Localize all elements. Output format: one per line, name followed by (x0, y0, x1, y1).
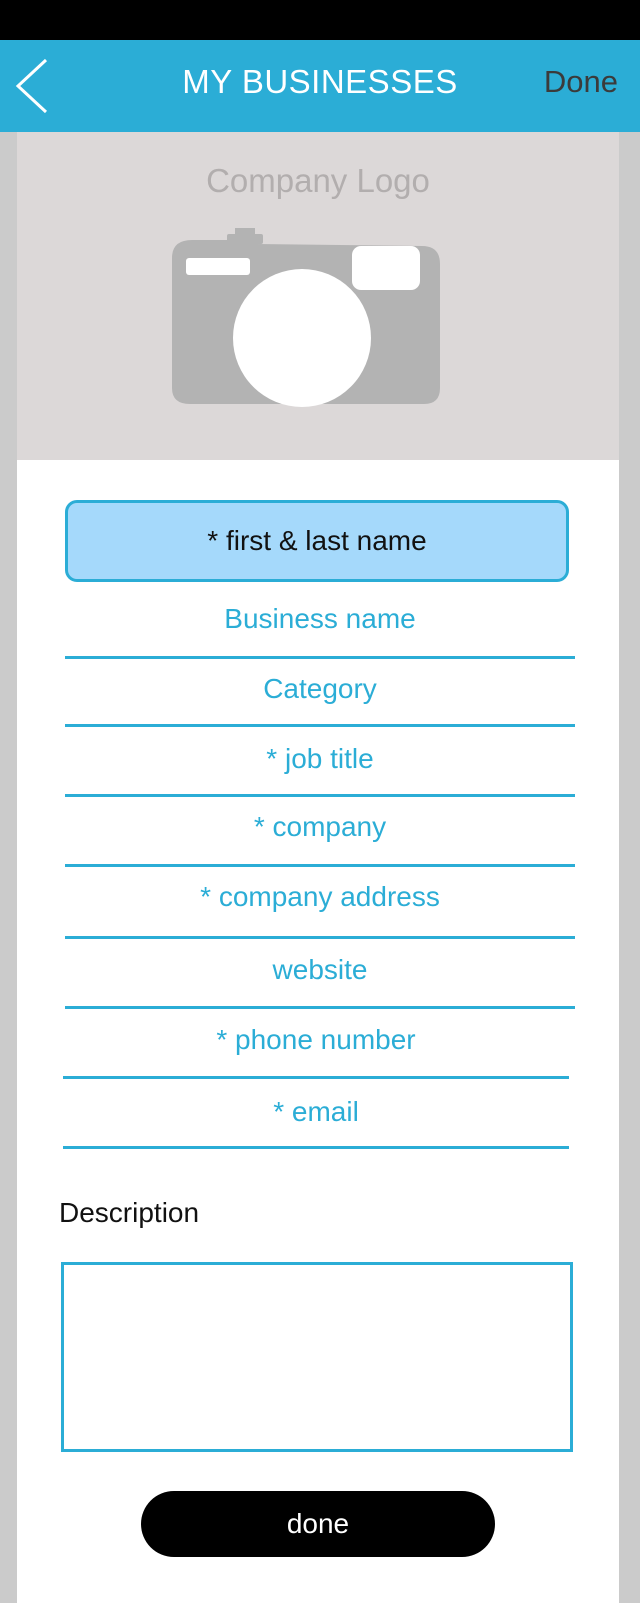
category-input[interactable]: Category (65, 662, 575, 727)
done-header-button[interactable]: Done (544, 40, 618, 132)
company-placeholder: * company (253, 811, 387, 842)
job-title-input[interactable]: * job title (65, 732, 575, 797)
description-textarea[interactable] (61, 1262, 573, 1452)
company-address-input[interactable]: * company address (65, 872, 575, 939)
form-container: Company Logo * first & last name Busines… (17, 132, 619, 1603)
full-name-input[interactable]: * first & last name (65, 500, 569, 582)
company-input[interactable]: * company (65, 802, 575, 867)
company-address-placeholder: * company address (200, 881, 440, 912)
website-input[interactable]: website (65, 942, 575, 1009)
done-button[interactable]: done (141, 1491, 495, 1557)
camera-icon (172, 228, 440, 407)
company-logo-upload[interactable]: Company Logo (17, 132, 619, 460)
email-input[interactable]: * email (63, 1082, 569, 1149)
website-placeholder: website (272, 954, 368, 985)
company-logo-label: Company Logo (206, 162, 430, 199)
category-placeholder: Category (263, 673, 377, 704)
description-label: Description (59, 1197, 200, 1228)
email-placeholder: * email (273, 1096, 359, 1127)
business-name-input[interactable]: Business name (65, 594, 575, 659)
job-title-placeholder: * job title (266, 743, 374, 774)
status-bar (0, 0, 640, 40)
phone-number-placeholder: * phone number (216, 1024, 416, 1055)
phone-number-input[interactable]: * phone number (63, 1012, 569, 1079)
scrollbar-track (618, 132, 640, 1603)
business-name-placeholder: Business name (224, 603, 416, 634)
header-bar: MY BUSINESSES Done (0, 40, 640, 132)
